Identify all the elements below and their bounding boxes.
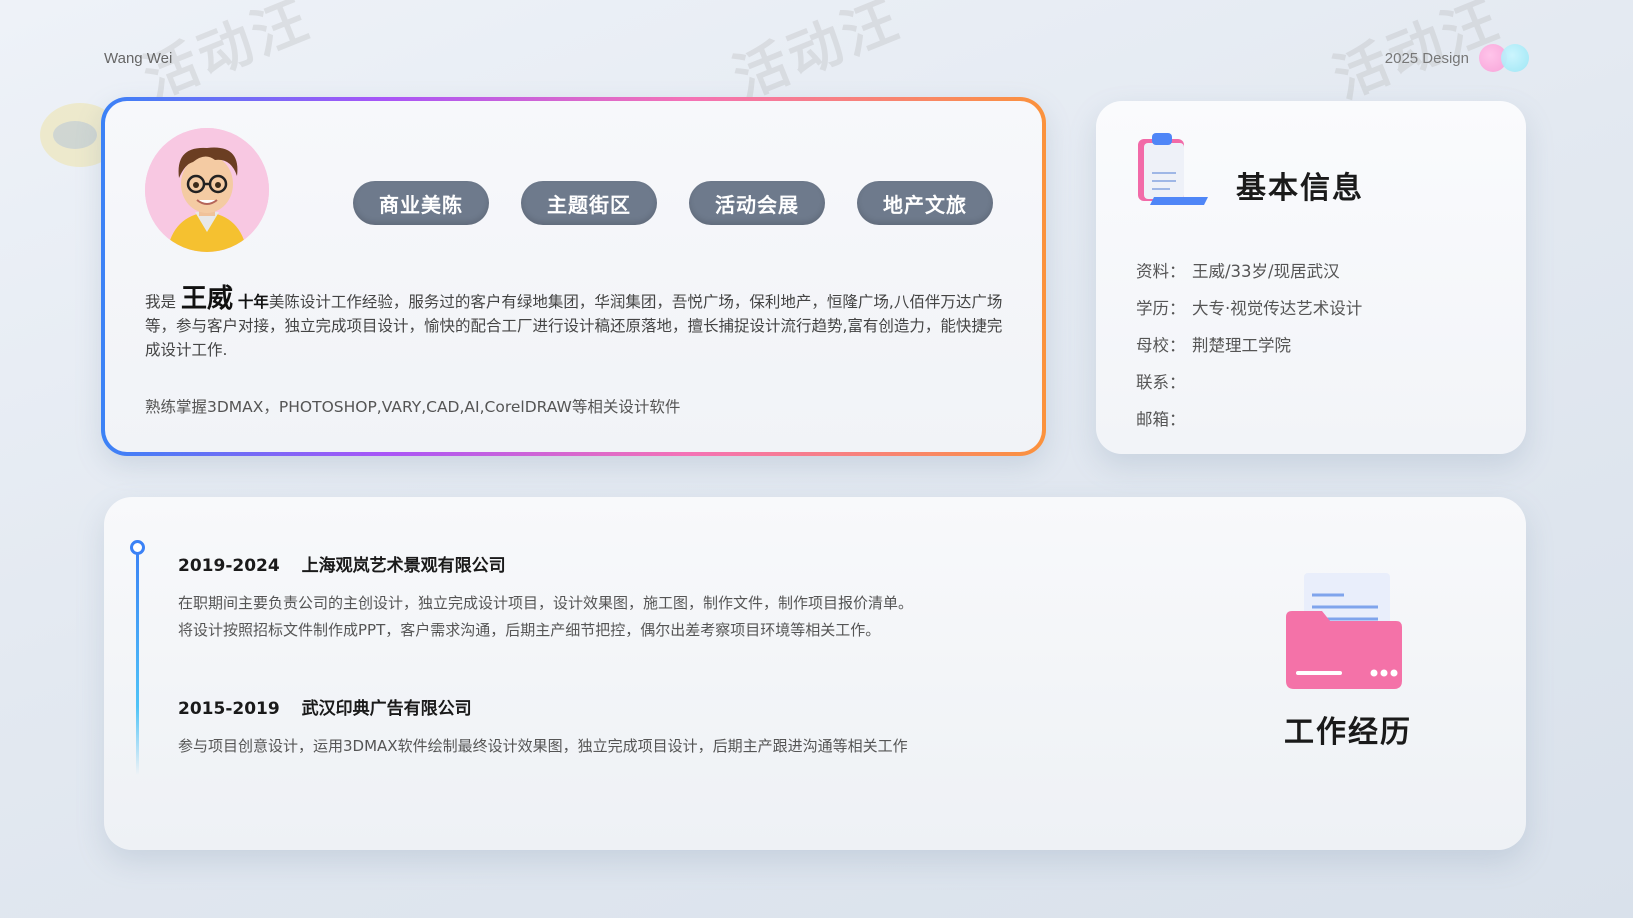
job-entry: 2019-2024 上海观岚艺术景观有限公司 在职期间主要负责公司的主创设计，独… — [178, 551, 913, 644]
info-row-school: 母校： 荆楚理工学院 — [1136, 325, 1362, 362]
info-row-profile: 资料： 王威/33岁/现居武汉 — [1136, 251, 1362, 288]
info-key: 资料： — [1136, 261, 1186, 281]
job-header: 2019-2024 上海观岚艺术景观有限公司 — [178, 551, 913, 576]
timeline-line — [136, 547, 139, 775]
cartoon-avatar-icon — [145, 128, 269, 252]
avatar — [145, 128, 269, 252]
job-company: 上海观岚艺术景观有限公司 — [301, 556, 506, 576]
profile-card: 商业美陈 主题街区 活动会展 地产文旅 我是 王威 十年美陈设计工作经验，服务过… — [105, 101, 1042, 452]
info-value: 王威/33岁/现居武汉 — [1192, 261, 1340, 281]
info-value: 荆楚理工学院 — [1192, 335, 1291, 355]
job-entry: 2015-2019 武汉印典广告有限公司 参与项目创意设计，运用3DMAX软件绘… — [178, 694, 908, 760]
clipboard-icon — [1138, 133, 1208, 205]
timeline-dot-icon — [130, 540, 145, 555]
job-description: 在职期间主要负责公司的主创设计，独立完成设计项目，设计效果图，施工图，制作文件，… — [178, 590, 913, 644]
info-row-education: 学历： 大专·视觉传达艺术设计 — [1136, 288, 1362, 325]
decor-dots — [1479, 44, 1535, 72]
design-label: 2025 Design — [1384, 50, 1469, 67]
info-row-email: 邮箱： — [1136, 399, 1362, 436]
job-desc-line: 参与项目创意设计，运用3DMAX软件绘制最终设计效果图，独立完成项目设计，后期主… — [178, 737, 908, 755]
job-description: 参与项目创意设计，运用3DMAX软件绘制最终设计效果图，独立完成项目设计，后期主… — [178, 733, 908, 760]
folder-icon — [1286, 573, 1402, 689]
tag-real-estate-tourism: 地产文旅 — [857, 181, 993, 225]
job-period: 2015-2019 — [178, 699, 280, 719]
info-key: 联系： — [1136, 372, 1186, 392]
author-name: Wang Wei — [104, 50, 173, 67]
info-key: 母校： — [1136, 335, 1186, 355]
intro-years: 十年 — [237, 293, 269, 311]
work-experience-card: 2019-2024 上海观岚艺术景观有限公司 在职期间主要负责公司的主创设计，独… — [104, 497, 1526, 850]
basic-info-title: 基本信息 — [1236, 171, 1364, 206]
tag-theme-street: 主题街区 — [521, 181, 657, 225]
info-key: 邮箱： — [1136, 409, 1186, 429]
tag-event-exhibition: 活动会展 — [689, 181, 825, 225]
job-desc-line: 将设计按照招标文件制作成PPT，客户需求沟通，后期主产细节把控，偶尔出差考察项目… — [178, 621, 881, 639]
work-experience-title: 工作经历 — [1284, 715, 1412, 750]
basic-info-card: 基本信息 资料： 王威/33岁/现居武汉 学历： 大专·视觉传达艺术设计 母校：… — [1096, 101, 1526, 454]
skills-text: 熟练掌握3DMAX，PHOTOSHOP,VARY,CAD,AI,CorelDRA… — [145, 398, 681, 416]
info-row-contact: 联系： — [1136, 362, 1362, 399]
tag-list: 商业美陈 主题街区 活动会展 地产文旅 — [353, 181, 993, 225]
intro-name: 王威 — [180, 284, 233, 314]
info-value: 大专·视觉传达艺术设计 — [1192, 298, 1363, 318]
intro-prefix: 我是 — [145, 293, 177, 311]
tag-commercial-display: 商业美陈 — [353, 181, 489, 225]
info-key: 学历： — [1136, 298, 1186, 318]
info-list: 资料： 王威/33岁/现居武汉 学历： 大专·视觉传达艺术设计 母校： 荆楚理工… — [1136, 251, 1362, 436]
job-period: 2019-2024 — [178, 556, 280, 576]
intro-paragraph: 我是 王威 十年美陈设计工作经验，服务过的客户有绿地集团，华润集团，吾悦广场，保… — [145, 284, 1005, 362]
profile-card-frame: 商业美陈 主题街区 活动会展 地产文旅 我是 王威 十年美陈设计工作经验，服务过… — [101, 97, 1046, 456]
job-company: 武汉印典广告有限公司 — [301, 699, 472, 719]
job-header: 2015-2019 武汉印典广告有限公司 — [178, 694, 908, 719]
cyan-dot-icon — [1501, 44, 1529, 72]
job-desc-line: 在职期间主要负责公司的主创设计，独立完成设计项目，设计效果图，施工图，制作文件，… — [178, 594, 914, 612]
intro-body: 美陈设计工作经验，服务过的客户有绿地集团，华润集团，吾悦广场，保利地产，恒隆广场… — [145, 293, 1003, 359]
